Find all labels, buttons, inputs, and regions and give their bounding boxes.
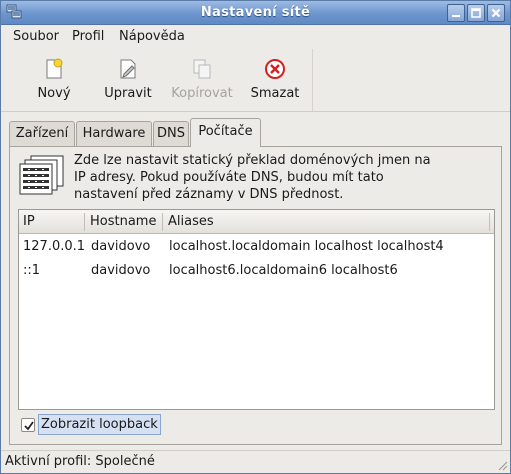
window-title: Nastavení sítě — [200, 5, 311, 20]
hosts-table: IP Hostname Aliases 127.0.0.1 davidovo l… — [18, 209, 495, 410]
delete-label: Smazat — [250, 86, 300, 101]
copy-label: Kopírovat — [171, 86, 233, 101]
title-bar[interactable]: Nastavení sítě — [1, 1, 510, 25]
cell-aliases: localhost6.localdomain6 localhost6 — [169, 263, 398, 278]
copy-icon — [190, 57, 214, 81]
network-settings-window: Nastavení sítě Soubor Profil Nápověda No… — [0, 0, 511, 474]
tab-hardware[interactable]: Hardware — [76, 121, 152, 146]
hosts-table-icon — [19, 155, 65, 197]
menu-bar: Soubor Profil Nápověda — [1, 25, 510, 49]
new-document-icon — [42, 57, 66, 81]
cell-aliases: localhost.localdomain localhost localhos… — [169, 239, 444, 254]
close-button[interactable] — [487, 4, 505, 22]
column-divider[interactable] — [84, 213, 85, 231]
tab-dns[interactable]: DNS — [153, 121, 189, 146]
column-header-ip[interactable]: IP — [23, 213, 35, 231]
table-row[interactable]: ::1 davidovo localhost6.localdomain6 loc… — [19, 260, 494, 284]
column-divider[interactable] — [162, 213, 163, 231]
hosts-info-text: Zde lze nastavit statický překlad doméno… — [74, 153, 431, 202]
column-divider[interactable] — [489, 213, 490, 231]
maximize-button[interactable] — [467, 4, 485, 22]
show-loopback-checkbox[interactable] — [21, 418, 35, 432]
active-profile-status: Aktivní profil: Společné — [5, 454, 155, 469]
resize-grip-icon[interactable] — [496, 459, 508, 471]
tab-pocitace[interactable]: Počítače — [190, 118, 261, 147]
delete-button[interactable]: Smazat — [241, 49, 309, 109]
checkmark-icon — [24, 421, 34, 431]
menu-soubor[interactable]: Soubor — [13, 29, 59, 44]
edit-icon — [116, 57, 140, 81]
cell-ip: ::1 — [23, 263, 41, 278]
cell-ip: 127.0.0.1 — [23, 239, 86, 254]
new-button[interactable]: Nový — [15, 49, 93, 109]
toolbar-divider — [1, 111, 510, 112]
hosts-panel: Zde lze nastavit statický překlad doméno… — [9, 146, 502, 445]
cell-hostname: davidovo — [91, 239, 151, 254]
maximize-icon — [471, 8, 481, 18]
table-header: IP Hostname Aliases — [19, 210, 494, 234]
tab-zarizeni[interactable]: Zařízení — [9, 121, 75, 146]
table-row[interactable]: 127.0.0.1 davidovo localhost.localdomain… — [19, 236, 494, 260]
column-header-aliases[interactable]: Aliases — [168, 213, 214, 231]
cell-hostname: davidovo — [91, 263, 151, 278]
minimize-icon — [452, 15, 460, 17]
new-label: Nový — [37, 86, 71, 101]
delete-icon — [263, 57, 287, 81]
edit-button[interactable]: Upravit — [93, 49, 163, 109]
minimize-button[interactable] — [447, 4, 465, 22]
copy-button[interactable]: Kopírovat — [163, 49, 241, 109]
menu-napoveda[interactable]: Nápověda — [119, 29, 185, 44]
close-icon — [491, 8, 501, 18]
column-header-hostname[interactable]: Hostname — [90, 213, 156, 231]
toolbar: Nový Upravit Kopírovat Smazat — [1, 49, 313, 111]
status-bar: Aktivní profil: Společné — [1, 450, 510, 473]
menu-profil[interactable]: Profil — [72, 29, 104, 44]
show-loopback-label[interactable]: Zobrazit loopback — [38, 414, 161, 435]
edit-label: Upravit — [104, 86, 152, 101]
